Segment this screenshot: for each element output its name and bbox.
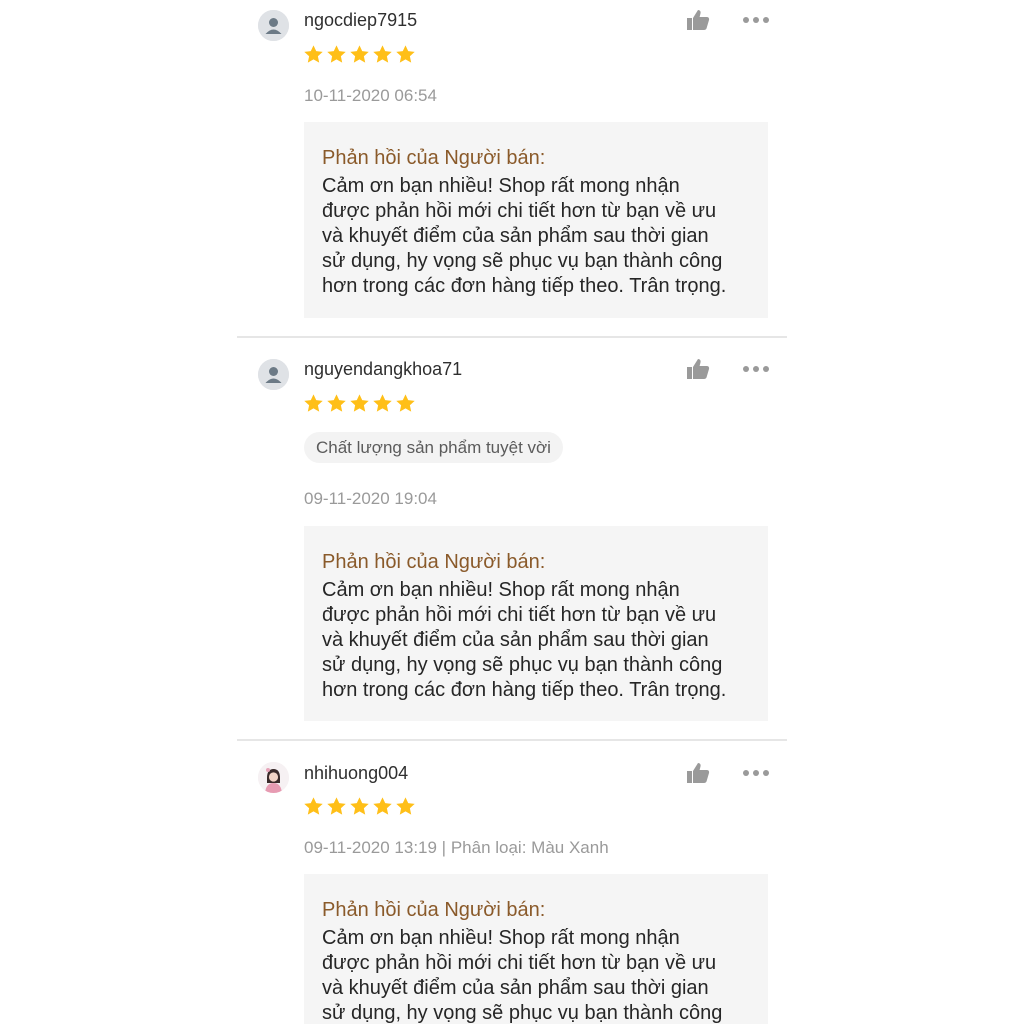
reply-line: được phản hồi mới chi tiết hơn từ bạn về… [322, 604, 717, 626]
review-timestamp: 09-11-2020 19:04 [304, 489, 437, 508]
thumbs-up-icon[interactable] [686, 8, 710, 32]
reply-line: sử dụng, hy vọng sẽ phục vụ bạn thành cô… [322, 1002, 723, 1024]
review-timestamp: 10-11-2020 06:54 [304, 86, 437, 105]
more-options-icon[interactable] [742, 768, 770, 778]
star-icon [327, 394, 346, 412]
review-divider [237, 739, 787, 741]
review-username[interactable]: nhihuong004 [304, 763, 408, 784]
reply-line: Cảm ơn bạn nhiều! Shop rất mong nhận [322, 579, 680, 601]
seller-reply-text: Cảm ơn bạn nhiều! Shop rất mong nhận đượ… [322, 578, 750, 703]
star-icon [304, 45, 323, 63]
user-avatar-photo[interactable] [258, 762, 289, 793]
reply-line: và khuyết điểm của sản phẩm sau thời gia… [322, 977, 709, 999]
thumbs-up-icon[interactable] [686, 357, 710, 381]
star-rating [303, 796, 416, 817]
review-username[interactable]: nguyendangkhoa71 [304, 359, 462, 380]
review-item: nguyendangkhoa71 Chất lượng sản phẩm tuy… [237, 349, 787, 739]
seller-reply: Phản hồi của Người bán: Cảm ơn bạn nhiều… [304, 874, 768, 1024]
star-icon [373, 394, 392, 412]
more-options-icon[interactable] [742, 15, 770, 25]
review-tag: Chất lượng sản phẩm tuyệt vời [304, 432, 563, 463]
avatar[interactable] [258, 359, 289, 390]
reply-line: Cảm ơn bạn nhiều! Shop rất mong nhận [322, 927, 680, 949]
star-icon [327, 797, 346, 815]
seller-reply-title: Phản hồi của Người bán: [322, 899, 546, 921]
thumbs-up-icon[interactable] [686, 761, 710, 785]
star-icon [396, 797, 415, 815]
reply-line: và khuyết điểm của sản phẩm sau thời gia… [322, 225, 709, 247]
user-avatar-photo [258, 762, 289, 793]
seller-reply: Phản hồi của Người bán: Cảm ơn bạn nhiều… [304, 526, 768, 721]
reply-line: hơn trong các đơn hàng tiếp theo. Trân t… [322, 679, 727, 701]
reply-line: sử dụng, hy vọng sẽ phục vụ bạn thành cô… [322, 654, 723, 676]
reply-line: sử dụng, hy vọng sẽ phục vụ bạn thành cô… [322, 250, 723, 272]
star-icon [350, 394, 369, 412]
review-timestamp: 09-11-2020 13:19 | Phân loại: Màu Xanh [304, 838, 609, 857]
reply-line: được phản hồi mới chi tiết hơn từ bạn về… [322, 952, 717, 974]
review-divider [237, 336, 787, 338]
reply-line: hơn trong các đơn hàng tiếp theo. Trân t… [322, 275, 727, 297]
star-icon [373, 45, 392, 63]
star-icon [327, 45, 346, 63]
reply-line: và khuyết điểm của sản phẩm sau thời gia… [322, 629, 709, 651]
star-icon [304, 394, 323, 412]
star-rating [303, 44, 416, 65]
review-item: nhihuong004 09-11-2020 13:19 | Phân loại… [237, 753, 787, 1024]
star-icon [396, 45, 415, 63]
seller-reply-title: Phản hồi của Người bán: [322, 147, 546, 169]
review-item: ngocdiep7915 10-11-2020 06:54 Phản hồi c… [237, 0, 787, 330]
star-icon [350, 45, 369, 63]
seller-reply: Phản hồi của Người bán: Cảm ơn bạn nhiều… [304, 122, 768, 318]
default-avatar-icon [258, 359, 289, 390]
reply-line: được phản hồi mới chi tiết hơn từ bạn về… [322, 200, 717, 222]
seller-reply-text: Cảm ơn bạn nhiều! Shop rất mong nhận đượ… [322, 926, 750, 1024]
star-rating [303, 393, 416, 414]
star-icon [304, 797, 323, 815]
more-options-icon[interactable] [742, 364, 770, 374]
reply-line: Cảm ơn bạn nhiều! Shop rất mong nhận [322, 175, 680, 197]
seller-reply-text: Cảm ơn bạn nhiều! Shop rất mong nhận đượ… [322, 174, 750, 299]
star-icon [396, 394, 415, 412]
star-icon [350, 797, 369, 815]
review-username[interactable]: ngocdiep7915 [304, 10, 417, 31]
seller-reply-title: Phản hồi của Người bán: [322, 551, 546, 573]
star-icon [373, 797, 392, 815]
avatar[interactable] [258, 10, 289, 41]
default-avatar-icon [258, 10, 289, 41]
